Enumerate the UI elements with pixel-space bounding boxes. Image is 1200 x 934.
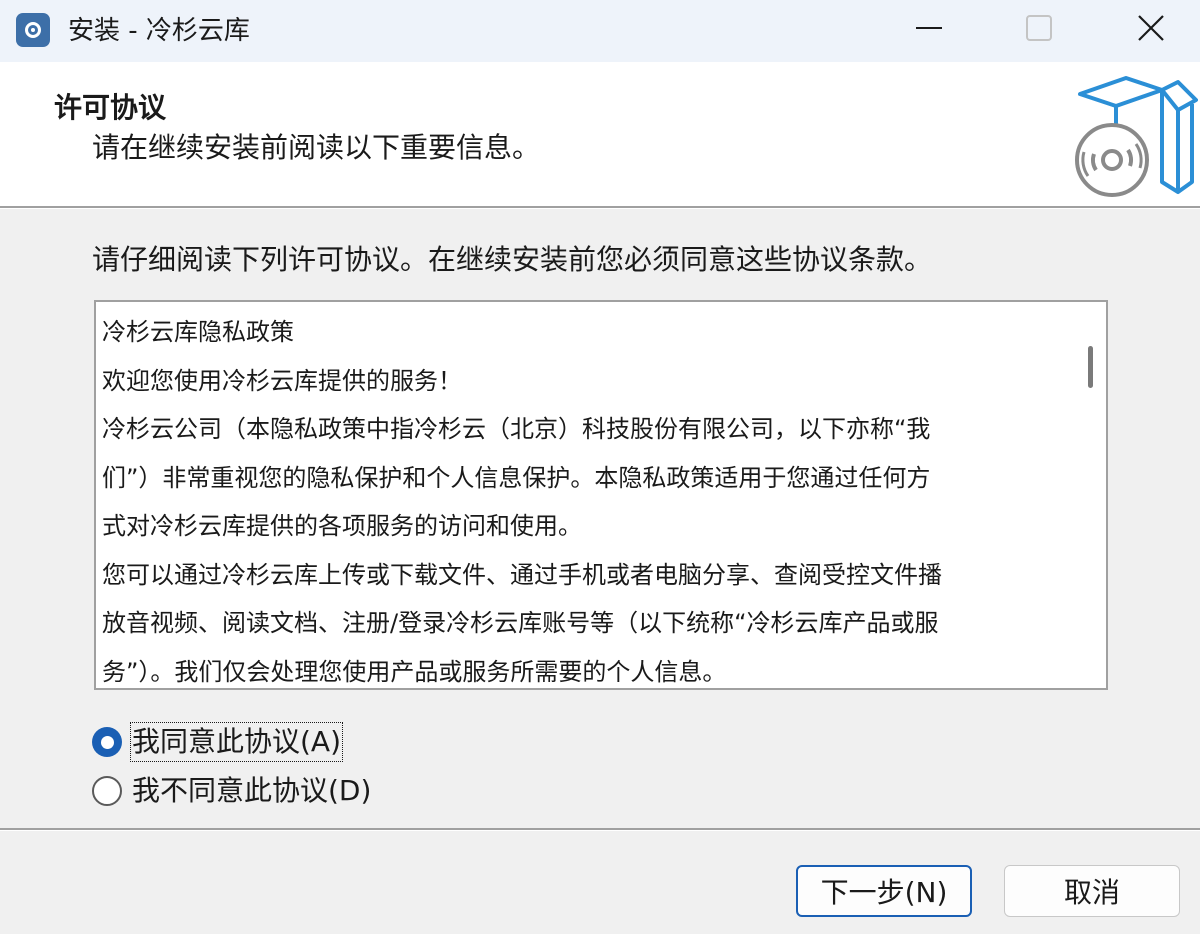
decline-label[interactable]: 我不同意此协议(D) [132,773,371,809]
next-button[interactable]: 下一步(N) [796,865,972,917]
license-text-area[interactable]: 冷杉云库隐私政策 欢迎您使用冷杉云库提供的服务！ 冷杉云公司（本隐私政策中指冷杉… [94,300,1108,690]
title-bar: 安装 - 冷杉云库 [0,0,1200,62]
header-divider-highlight [0,208,1200,209]
license-line: 式对冷杉云库提供的各项服务的访问和使用。 [102,512,582,540]
license-line: 放音视频、阅读文档、注册/登录冷杉云库账号等（以下统称“冷杉云库产品或服 [102,609,939,637]
software-box-icon [1075,76,1198,197]
footer-divider-highlight [0,830,1200,831]
decline-option[interactable]: 我不同意此协议(D) [92,773,371,809]
license-line: 您可以通过冷杉云库上传或下载文件、通过手机或者电脑分享、查阅受控文件播 [102,560,942,589]
minimize-button[interactable] [874,0,984,56]
scrollbar-thumb[interactable] [1088,346,1093,388]
license-line: 冷杉云库隐私政策 [102,318,294,346]
page-subtitle: 请在继续安装前阅读以下重要信息。 [92,131,541,164]
license-line: 务”）。我们仅会处理您使用产品或服务所需要的个人信息。 [102,657,727,686]
window-title: 安装 - 冷杉云库 [68,16,250,46]
license-line: 们”）非常重视您的隐私保护和个人信息保护。本隐私政策适用于您通过任何方 [102,463,931,492]
accept-label[interactable]: 我同意此协议(A) [129,722,344,762]
accept-option[interactable]: 我同意此协议(A) [92,722,344,762]
license-line: 欢迎您使用冷杉云库提供的服务！ [102,366,462,395]
vertical-scrollbar[interactable] [1066,302,1106,688]
maximize-button [984,0,1094,56]
minimize-icon [916,27,942,29]
decline-radio[interactable] [92,776,122,806]
license-line: 冷杉云公司（本隐私政策中指冷杉云（北京）科技股份有限公司，以下亦称“我 [102,415,931,443]
close-icon [1138,15,1164,41]
cancel-button[interactable]: 取消 [1004,865,1180,917]
app-logo-icon [16,13,50,47]
accept-radio[interactable] [92,727,122,757]
maximize-icon [1026,15,1052,41]
close-button[interactable] [1096,0,1200,56]
license-text: 冷杉云库隐私政策 欢迎您使用冷杉云库提供的服务！ 冷杉云公司（本隐私政策中指冷杉… [102,308,1052,688]
instruction-text: 请仔细阅读下列许可协议。在继续安装前您必须同意这些协议条款。 [92,243,933,276]
page-title: 许可协议 [54,91,167,124]
